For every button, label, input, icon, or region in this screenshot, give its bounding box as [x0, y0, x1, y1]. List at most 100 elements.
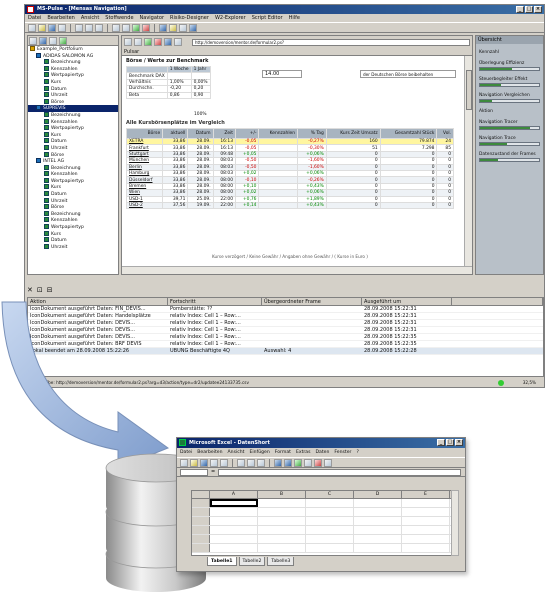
sheet-tab[interactable]: Tabelle3: [267, 557, 295, 566]
sheet-tab[interactable]: Tabelle2: [238, 557, 266, 566]
run-icon[interactable]: [132, 24, 140, 32]
tree-item[interactable]: Kurs: [28, 78, 118, 86]
tree-item[interactable]: Kennzahlen: [28, 118, 118, 126]
log-column-header[interactable]: Übergeordneter Frame: [262, 298, 362, 305]
row-header[interactable]: [192, 526, 210, 534]
cell[interactable]: [402, 544, 450, 552]
excel-maximize-button[interactable]: □: [446, 439, 454, 446]
column-header[interactable]: D: [354, 491, 402, 498]
open-folder-icon[interactable]: [38, 24, 46, 32]
tree-item[interactable]: Bezeichnung: [28, 164, 118, 172]
excel-print-icon[interactable]: [210, 459, 218, 467]
column-header[interactable]: B: [258, 491, 306, 498]
excel-menu-item[interactable]: Einfügen: [249, 448, 269, 457]
tree-expand-icon[interactable]: [29, 37, 37, 45]
tree-item[interactable]: INTEL AG: [28, 158, 118, 165]
minimize-button[interactable]: _: [516, 6, 524, 13]
cell[interactable]: [354, 544, 402, 552]
cell[interactable]: [210, 526, 258, 534]
excel-menu-item[interactable]: ?: [356, 448, 358, 457]
dock-icon[interactable]: ⊡: [37, 286, 43, 294]
comparison-column-header[interactable]: +/-: [234, 128, 260, 139]
tree-item[interactable]: Kennzahlen: [28, 217, 118, 224]
excel-menu-item[interactable]: Extras: [296, 448, 311, 457]
paste-icon[interactable]: [95, 24, 103, 32]
stop-icon[interactable]: [142, 24, 150, 32]
excel-close-button[interactable]: ×: [455, 439, 463, 446]
cell[interactable]: [354, 535, 402, 543]
comparison-row[interactable]: USD-2 37,56 19.09. 22:00 +0,14 +0,43% 0 0 0: [125, 201, 454, 210]
cell[interactable]: [354, 526, 402, 534]
browser-reload-icon[interactable]: [144, 38, 152, 46]
save-icon[interactable]: [48, 24, 56, 32]
browser-print-icon[interactable]: [174, 38, 182, 46]
maximize-button[interactable]: □: [525, 6, 533, 13]
comparison-column-header[interactable]: Gesamtzahl Stück: [379, 128, 438, 139]
tree-item[interactable]: Kurs: [28, 184, 118, 191]
cell[interactable]: [306, 544, 354, 552]
row-header[interactable]: [192, 499, 210, 507]
content-vertical-scrollbar[interactable]: [464, 56, 472, 266]
cell[interactable]: [210, 499, 258, 507]
menu-item[interactable]: Script Editor: [252, 14, 283, 22]
tree-item[interactable]: ADIDAS SALOMON AG: [28, 52, 118, 60]
cell[interactable]: [210, 517, 258, 525]
formula-input[interactable]: [218, 468, 461, 476]
content-horizontal-scrollbar[interactable]: [122, 266, 472, 274]
tree-refresh-icon[interactable]: [59, 37, 67, 45]
tree-item[interactable]: Bezeichnung: [28, 59, 118, 66]
cell[interactable]: [210, 544, 258, 552]
excel-sum-icon[interactable]: [294, 459, 302, 467]
comparison-column-header[interactable]: aktuell: [162, 128, 189, 139]
menu-item[interactable]: W2-Explorer: [215, 14, 246, 22]
excel-sort-icon[interactable]: [304, 459, 312, 467]
excel-cut-icon[interactable]: [237, 459, 245, 467]
menu-item[interactable]: Bearbeiten: [47, 14, 74, 22]
new-icon[interactable]: [28, 24, 36, 32]
tree-item[interactable]: Datum: [28, 138, 118, 145]
tree-item[interactable]: Wertpapiertyp: [28, 125, 118, 132]
close-button[interactable]: ×: [534, 6, 542, 13]
cell[interactable]: [306, 499, 354, 507]
cell[interactable]: [402, 535, 450, 543]
cell[interactable]: [258, 535, 306, 543]
menu-item[interactable]: Datei: [28, 14, 41, 22]
tree-item[interactable]: Kennzahlen: [28, 65, 118, 73]
row-header[interactable]: [192, 508, 210, 516]
excel-chart-icon[interactable]: [314, 459, 322, 467]
log-column-header[interactable]: Ausgeführt um: [362, 298, 452, 305]
tree-item[interactable]: Wertpapiertyp: [28, 224, 118, 231]
menu-item[interactable]: Stoffwende: [105, 14, 133, 22]
row-header[interactable]: [192, 535, 210, 543]
excel-menu-item[interactable]: Datei: [180, 448, 192, 457]
comparison-column-header[interactable]: Kurs Zeit Umsatz: [325, 128, 381, 139]
tree-item[interactable]: Datum: [28, 191, 118, 198]
browser-stop-icon[interactable]: [154, 38, 162, 46]
browser-back-icon[interactable]: [124, 38, 132, 46]
excel-minimize-button[interactable]: _: [437, 439, 445, 446]
settings-icon[interactable]: [179, 24, 187, 32]
tree-item[interactable]: Datum: [28, 85, 118, 93]
cell[interactable]: [210, 535, 258, 543]
select-all-corner[interactable]: [192, 491, 210, 498]
browser-forward-icon[interactable]: [134, 38, 142, 46]
tree-item[interactable]: Example_Portfolium: [28, 46, 118, 53]
tree-item[interactable]: Börse: [28, 204, 118, 211]
menu-item[interactable]: Ansicht: [81, 14, 99, 22]
cell[interactable]: [402, 499, 450, 507]
tree-item[interactable]: Kurs: [28, 131, 118, 139]
excel-open-icon[interactable]: [190, 459, 198, 467]
cell[interactable]: [306, 526, 354, 534]
summary-value-box[interactable]: 14.00: [262, 70, 302, 78]
menu-item[interactable]: Risiko-Designer: [170, 14, 209, 22]
tree-item[interactable]: Datum: [28, 237, 118, 244]
tree-item[interactable]: Uhrzeit: [28, 197, 118, 205]
log-column-header[interactable]: Fortschritt: [168, 298, 262, 305]
cell[interactable]: [402, 526, 450, 534]
comparison-column-header[interactable]: Zeit: [212, 128, 237, 139]
cell[interactable]: [306, 508, 354, 516]
comparison-column-header[interactable]: Kennzahlen: [258, 128, 299, 139]
tree-filter-icon[interactable]: [39, 37, 47, 45]
help-icon[interactable]: [189, 24, 197, 32]
back-icon[interactable]: [112, 24, 120, 32]
